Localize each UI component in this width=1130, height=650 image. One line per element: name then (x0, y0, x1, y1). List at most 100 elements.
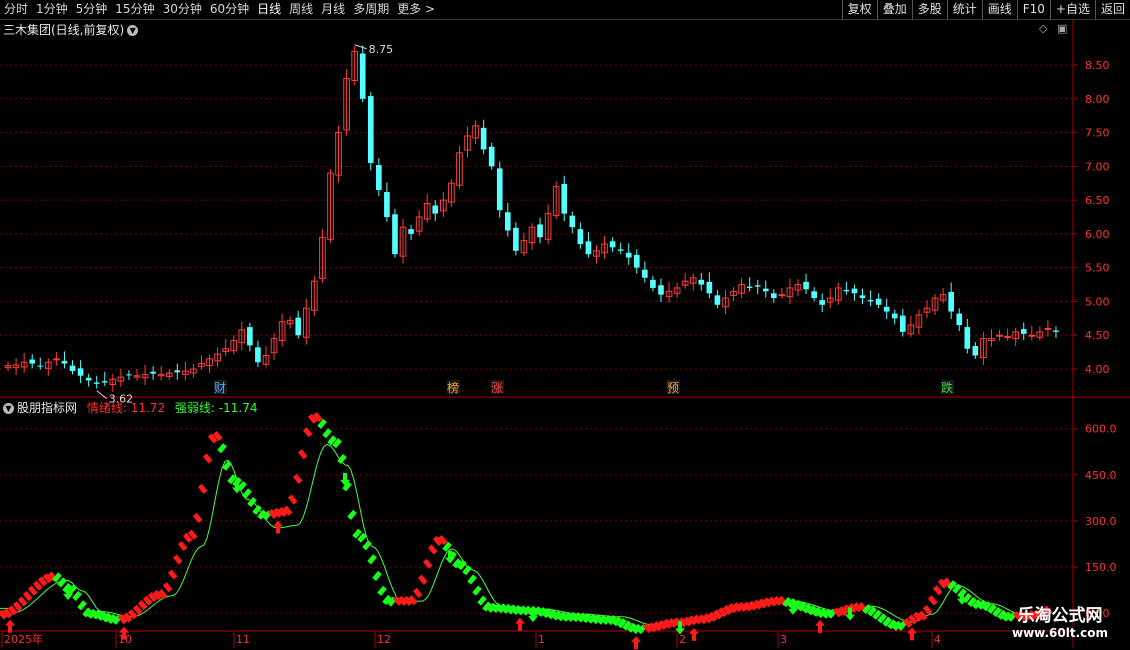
sentiment-segment (77, 600, 87, 611)
sentiment-segment (347, 509, 357, 520)
candle-body (899, 315, 906, 332)
candle-body (778, 294, 786, 297)
candle-body (714, 295, 721, 305)
price-tick-label: 8.50 (1085, 59, 1110, 72)
candle-body (577, 229, 584, 245)
candle-body (996, 334, 1003, 337)
candle-body (359, 53, 366, 99)
chart-canvas[interactable]: 4.00 4.50 5.00 5.50 6.00 6.50 7.00 7.50 8.00 8.50… (0, 0, 1130, 650)
x-axis-label: 11 (236, 633, 250, 646)
candle-body (504, 212, 511, 231)
candle-body (1004, 336, 1011, 339)
candle-body (77, 368, 84, 376)
x-axis-label: 4 (934, 633, 941, 646)
line2-label: 强弱线: (174, 401, 215, 415)
sentiment-segment (467, 574, 477, 585)
candle-body (891, 313, 898, 319)
sentiment-segment (412, 587, 423, 599)
candle-body (811, 291, 817, 299)
sentiment-segment (337, 453, 347, 465)
candle-body (706, 281, 713, 294)
candle-body (642, 269, 648, 278)
candle-body (875, 298, 882, 305)
candle-body (948, 291, 954, 312)
sentiment-segment (177, 540, 188, 552)
candle-body (843, 289, 850, 292)
sentiment-segment (217, 443, 227, 454)
candle-body (392, 214, 398, 255)
indicator-title[interactable]: ▼ 股朋指标网 情绪线: 11.72 强弱线: -11.74 (3, 399, 257, 416)
candle-body (972, 346, 979, 356)
sentiment-segment (477, 595, 487, 606)
high-label: 8.75 (369, 43, 394, 56)
candle-body (496, 168, 503, 211)
event-marker: 榜 (447, 380, 459, 395)
candle-body (771, 293, 777, 299)
price-tick-label: 6.00 (1085, 228, 1110, 241)
candle-body (247, 327, 253, 346)
high-pointer (354, 44, 367, 50)
x-axis-label: 2 (679, 633, 686, 646)
candle-body (859, 295, 866, 299)
sentiment-segment (367, 554, 377, 565)
x-axis-label: 1 (538, 633, 545, 646)
sentiment-segment (162, 582, 173, 593)
event-marker: 涨 (491, 380, 503, 395)
candle-body (61, 360, 68, 364)
event-marker: 跌 (941, 380, 953, 395)
price-tick-label: 5.00 (1085, 295, 1110, 308)
candle-body (964, 327, 971, 349)
candle-body (658, 285, 664, 295)
x-axis-label: 12 (377, 633, 391, 646)
candle-body (367, 96, 374, 163)
candle-body (480, 127, 487, 150)
candle-body (698, 279, 705, 285)
sentiment-segment (377, 585, 387, 596)
candle-body (609, 241, 616, 248)
sentiment-segment (372, 570, 382, 582)
candle-body (883, 306, 890, 312)
indicator-tick-label: 600.0 (1085, 423, 1117, 436)
candle-body (93, 382, 100, 384)
candle-body (85, 377, 92, 381)
sentiment-segment (287, 494, 298, 505)
chevron-down-icon[interactable]: ▼ (3, 403, 14, 414)
sentiment-segment (197, 483, 208, 494)
candle-body (29, 359, 36, 364)
candle-body (37, 365, 44, 367)
line2-value: -11.74 (218, 401, 258, 415)
sentiment-segment (922, 605, 933, 616)
candle-body (585, 241, 592, 255)
x-axis-label: 3 (780, 633, 787, 646)
sentiment-segment (322, 428, 332, 439)
candle-body (625, 252, 632, 258)
price-tick-label: 5.50 (1085, 262, 1110, 275)
candle-body (513, 227, 519, 251)
candle-body (803, 281, 809, 290)
watermark-title: 乐淘公式网 (1017, 606, 1103, 626)
line1-label: 情绪线: (86, 401, 127, 415)
sentiment-segment (427, 544, 438, 555)
indicator-tick-label: 450.0 (1085, 469, 1117, 482)
sentiment-segment (297, 449, 308, 460)
candle-body (633, 254, 640, 268)
candle-body (819, 300, 826, 305)
sentiment-segment (222, 460, 232, 471)
candle-body (617, 249, 624, 251)
candle-body (1020, 329, 1027, 334)
buy-arrow-icon (907, 627, 917, 641)
candle-body (432, 205, 439, 214)
candle-body (408, 229, 414, 234)
event-marker: 预 (667, 381, 679, 395)
price-tick-label: 4.00 (1085, 363, 1110, 376)
candle-body (295, 317, 302, 336)
sentiment-segment (167, 569, 178, 580)
candle-body (537, 224, 543, 238)
sentiment-segment (927, 595, 938, 606)
price-tick-label: 4.50 (1085, 329, 1110, 342)
buy-arrow-icon (689, 627, 699, 641)
candle-body (754, 285, 761, 287)
candle-body (126, 374, 132, 376)
candle-body (569, 215, 576, 228)
candle-body (384, 192, 390, 217)
